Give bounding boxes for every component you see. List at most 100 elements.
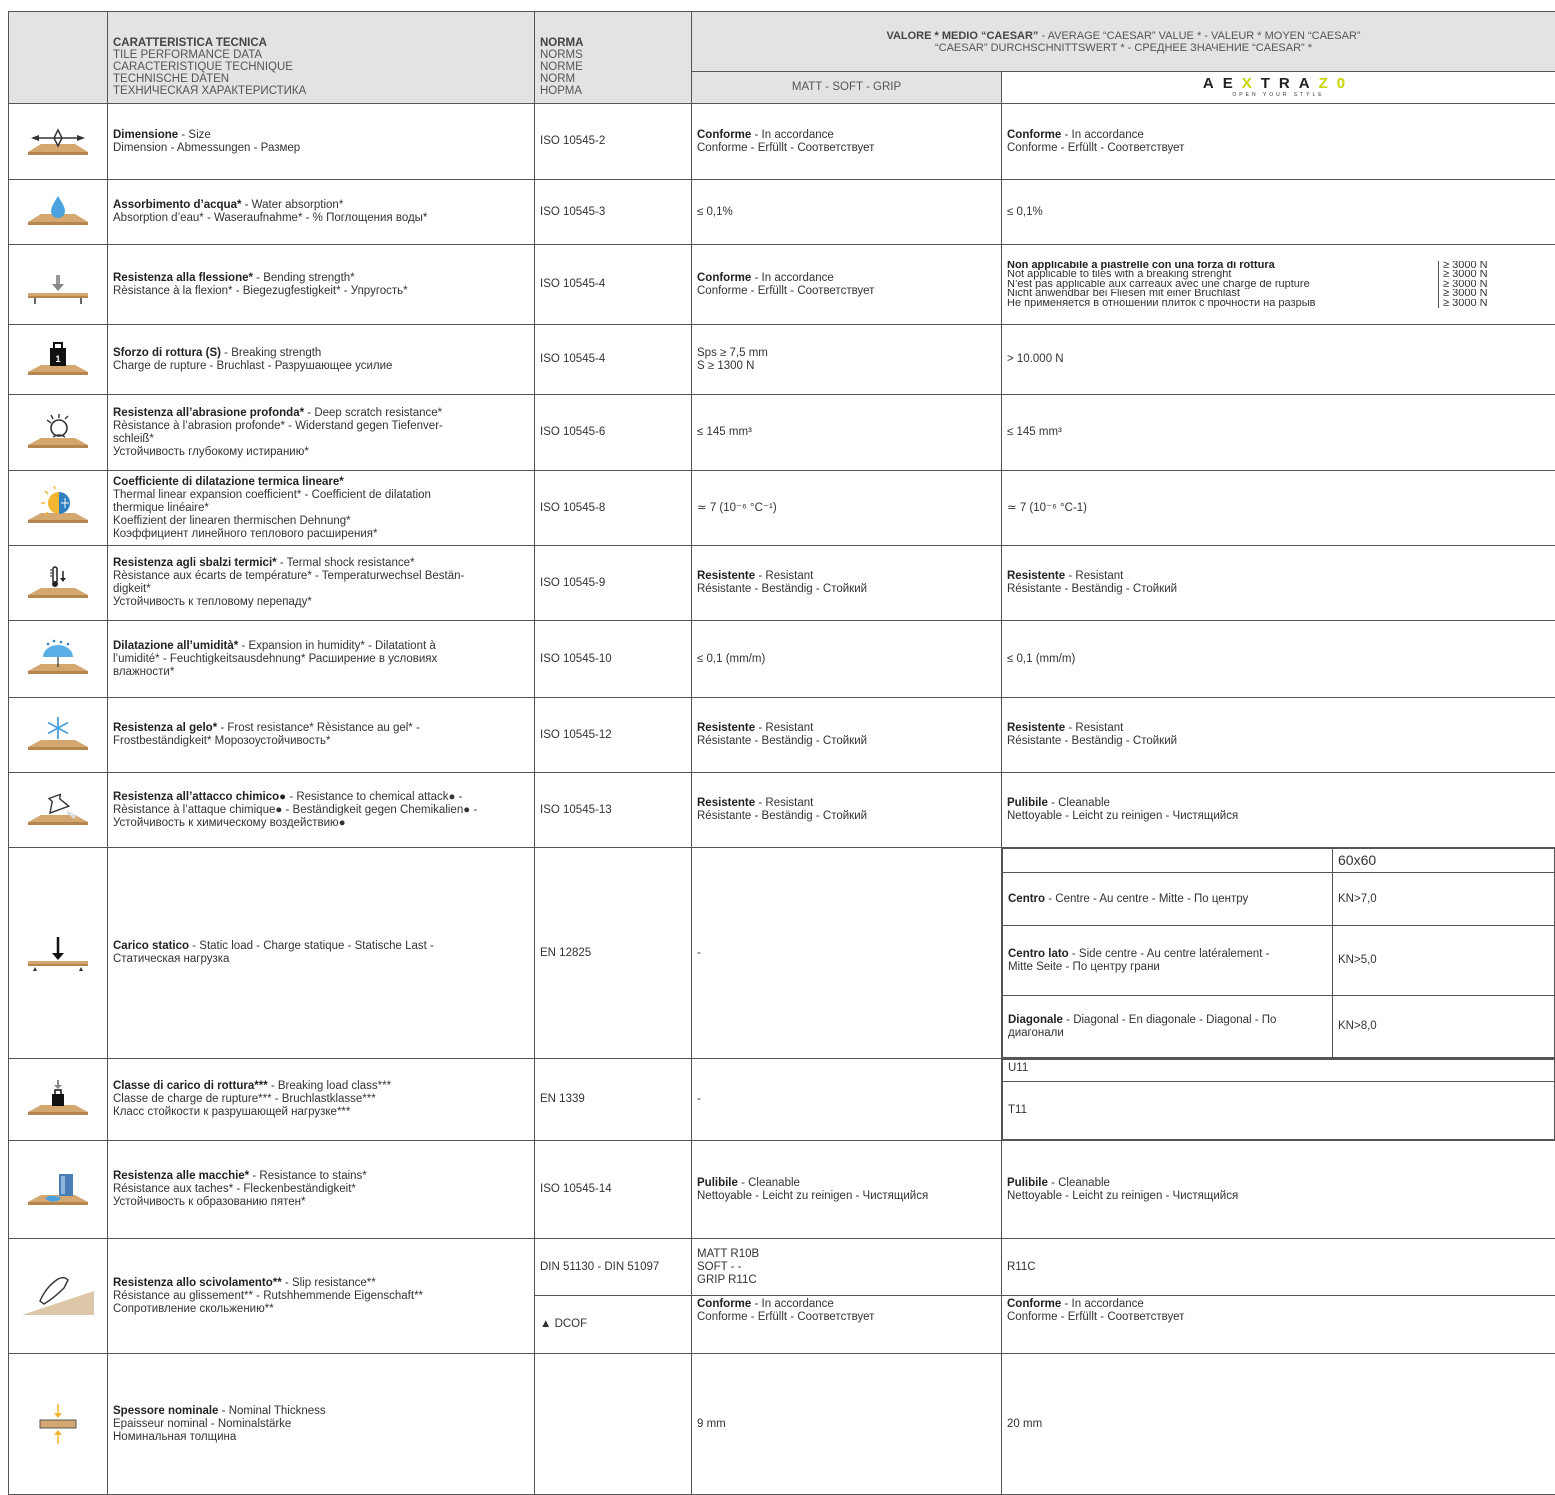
slip-value-aextrazo: R11C: [1002, 1239, 1555, 1296]
header-norm: NORMA NORMS NORME NORM НОРМА: [535, 12, 692, 104]
slip-dcof-standard: Conforme - In accordanceConforme - Erfül…: [692, 1296, 1002, 1354]
header-norm-it: NORMA: [540, 37, 686, 49]
chemical-value-standard: Resistente - ResistantRésistante - Bestä…: [692, 773, 1002, 848]
stain-norm: ISO 10545-14: [535, 1141, 692, 1239]
stain-bucket-icon: [9, 1141, 108, 1239]
slip-norm-din: DIN 51130 - DIN 51097: [535, 1239, 692, 1296]
humidity-value-standard: ≤ 0,1 (mm/m): [692, 621, 1002, 698]
header-row: CARATTERISTICA TECNICA TILE PERFORMANCE …: [9, 12, 1555, 72]
shock-value-standard: Resistente - ResistantRésistante - Bestä…: [692, 546, 1002, 621]
row-breaking-strength: 1 Sforzo di rottura (S) - Breaking stren…: [9, 325, 1555, 395]
row-frost-resistance: Resistenza al gelo* - Frost resistance* …: [9, 698, 1555, 773]
loadclass-u11: U11: [1003, 1060, 1555, 1082]
slip-value-standard: MATT R10BSOFT - -GRIP R11C: [692, 1239, 1002, 1296]
static-centre: Centro - Centre - Au centre - Mitte - По…: [1003, 873, 1333, 926]
thickness-norm: [535, 1354, 692, 1495]
stain-value-standard: Pulibile - CleanableNettoyable - Leicht …: [692, 1141, 1002, 1239]
header-norm-de: NORM: [540, 73, 686, 85]
header-norm-en: NORMS: [540, 49, 686, 61]
humidity-label: Dilatazione all’umidità* - Expansion in …: [108, 621, 535, 698]
slip-norm-dcof: ▲ DCOF: [535, 1296, 692, 1354]
breaking-value-aextrazo: > 10.000 N: [1002, 325, 1555, 395]
header-value-rest: - AVERAGE “CAESAR” VALUE * - VALEUR * MO…: [1038, 30, 1360, 42]
static-load-arrow-icon: [9, 848, 108, 1059]
row-humidity-expansion: Dilatazione all’umidità* - Expansion in …: [9, 621, 1555, 698]
frost-value-standard: Resistente - ResistantRésistante - Bestä…: [692, 698, 1002, 773]
dimension-value-aextrazo: Conforme - In accordanceConforme - Erfül…: [1002, 104, 1555, 180]
loadclass-value-standard: -: [692, 1059, 1002, 1141]
static-value-standard: -: [692, 848, 1002, 1059]
shock-value-aextrazo: Resistente - ResistantRésistante - Bestä…: [1002, 546, 1555, 621]
abrasion-wheel-icon: [9, 395, 108, 471]
abrasion-value-aextrazo: ≤ 145 mm³: [1002, 395, 1555, 471]
header-characteristic: CARATTERISTICA TECNICA TILE PERFORMANCE …: [108, 12, 535, 104]
water-value-aextrazo: ≤ 0,1%: [1002, 180, 1555, 245]
row-nominal-thickness: Spessore nominale - Nominal ThicknessEpa…: [9, 1354, 1555, 1495]
dimension-label: Dimensione - SizeDimension - Abmessungen…: [108, 104, 535, 180]
row-chemical-attack: Resistenza all’attacco chimico● - Resist…: [9, 773, 1555, 848]
header-col-standard: MATT - SOFT - GRIP: [692, 72, 1002, 104]
loadclass-norm: EN 1339: [535, 1059, 692, 1141]
chemical-value-aextrazo: Pulibile - CleanableNettoyable - Leicht …: [1002, 773, 1555, 848]
thermal-norm: ISO 10545-8: [535, 471, 692, 546]
header-char-fr: CARACTERISTIQUE TECHNIQUE: [113, 61, 529, 73]
header-value-bold: VALORE * MEDIO “CAESAR”: [886, 30, 1038, 42]
static-side-centre: Centro lato - Side centre - Au centre la…: [1003, 926, 1333, 996]
header-char-en: TILE PERFORMANCE DATA: [113, 49, 529, 61]
bending-value-aextrazo: Non applicabile a piastrelle con una for…: [1002, 245, 1555, 325]
frost-norm: ISO 10545-12: [535, 698, 692, 773]
shock-norm: ISO 10545-9: [535, 546, 692, 621]
slip-dcof-aextrazo: Conforme - In accordanceConforme - Erfül…: [1002, 1296, 1555, 1354]
bending-value-standard: Conforme - In accordanceConforme - Erfül…: [692, 245, 1002, 325]
thickness-arrows-icon: [9, 1354, 108, 1495]
header-norm-fr: NORME: [540, 61, 686, 73]
static-diagonal-value: KN>8,0: [1333, 996, 1555, 1058]
water-drop-icon: [9, 180, 108, 245]
water-value-standard: ≤ 0,1%: [692, 180, 1002, 245]
static-size-header: 60x60: [1333, 849, 1555, 873]
thermometer-icon: [9, 546, 108, 621]
loadclass-t11: T11: [1003, 1082, 1555, 1140]
row-slip-resistance: Resistenza allo scivolamento** - Slip re…: [9, 1239, 1555, 1296]
thickness-value-standard: 9 mm: [692, 1354, 1002, 1495]
row-bending-strength: Resistenza alla flessione* - Bending str…: [9, 245, 1555, 325]
chemical-flask-icon: [9, 773, 108, 848]
dimension-arrows-icon: [9, 104, 108, 180]
row-static-load: Carico statico - Static load - Charge st…: [9, 848, 1555, 1059]
load-class-icon: [9, 1059, 108, 1141]
aextrazo-logo: AEXTRAZ0OPEN YOUR STYLE: [1007, 77, 1550, 98]
stain-label: Resistenza alle macchie* - Resistance to…: [108, 1141, 535, 1239]
weight-icon: 1: [9, 325, 108, 395]
static-label: Carico statico - Static load - Charge st…: [108, 848, 535, 1059]
row-stain-resistance: Resistenza alle macchie* - Resistance to…: [9, 1141, 1555, 1239]
chemical-norm: ISO 10545-13: [535, 773, 692, 848]
bending-label: Resistenza alla flessione* - Bending str…: [108, 245, 535, 325]
stain-value-aextrazo: Pulibile - CleanableNettoyable - Leicht …: [1002, 1141, 1555, 1239]
chemical-label: Resistenza all’attacco chimico● - Resist…: [108, 773, 535, 848]
water-norm: ISO 10545-3: [535, 180, 692, 245]
row-thermal-expansion: Coefficiente di dilatazione termica line…: [9, 471, 1555, 546]
humidity-value-aextrazo: ≤ 0,1 (mm/m): [1002, 621, 1555, 698]
header-char-de: TECHNISCHE DATEN: [113, 73, 529, 85]
abrasion-label: Resistenza all’abrasione profonda* - Dee…: [108, 395, 535, 471]
dimension-value-standard: Conforme - In accordanceConforme - Erfül…: [692, 104, 1002, 180]
breaking-norm: ISO 10545-4: [535, 325, 692, 395]
header-value: VALORE * MEDIO “CAESAR” - AVERAGE “CAESA…: [692, 12, 1555, 72]
row-water-absorption: Assorbimento d’acqua* - Water absorption…: [9, 180, 1555, 245]
bending-norm: ISO 10545-4: [535, 245, 692, 325]
thermal-value-aextrazo: ≃ 7 (10⁻⁶ °C-1): [1002, 471, 1555, 546]
frost-value-aextrazo: Resistente - ResistantRésistante - Bestä…: [1002, 698, 1555, 773]
breaking-label: Sforzo di rottura (S) - Breaking strengt…: [108, 325, 535, 395]
shock-label: Resistenza agli sbalzi termici* - Termal…: [108, 546, 535, 621]
header-norm-ru: НОРМА: [540, 85, 686, 97]
thermal-value-standard: ≃ 7 (10⁻⁶ °C⁻¹): [692, 471, 1002, 546]
water-label: Assorbimento d’acqua* - Water absorption…: [108, 180, 535, 245]
header-col-logo: AEXTRAZ0OPEN YOUR STYLE: [1002, 72, 1555, 104]
row-thermal-shock: Resistenza agli sbalzi termici* - Termal…: [9, 546, 1555, 621]
shoe-slip-icon: [9, 1239, 108, 1354]
thickness-label: Spessore nominale - Nominal ThicknessEpa…: [108, 1354, 535, 1495]
header-char-ru: ТЕХНИЧЕСКАЯ ХАРАКТЕРИСТИКА: [113, 85, 529, 97]
umbrella-rain-icon: [9, 621, 108, 698]
thickness-value-aextrazo: 20 mm: [1002, 1354, 1555, 1495]
row-dimension: Dimensione - SizeDimension - Abmessungen…: [9, 104, 1555, 180]
